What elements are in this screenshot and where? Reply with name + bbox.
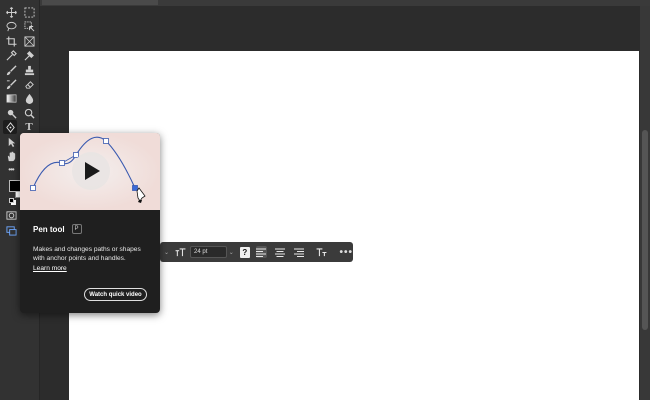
object-selection-tool-icon[interactable]	[22, 19, 36, 33]
font-size-icon	[175, 244, 186, 260]
learn-more-link[interactable]: Learn more	[33, 265, 67, 272]
brush-tool-icon[interactable]	[4, 63, 18, 77]
quick-mask-icon[interactable]	[4, 208, 18, 222]
align-left-icon[interactable]	[255, 246, 267, 258]
pen-curve-illustration	[20, 133, 160, 210]
text-options-icon[interactable]	[316, 246, 327, 258]
zoom-small-icon[interactable]	[22, 106, 36, 120]
align-center-icon[interactable]	[275, 246, 286, 258]
blur-tool-icon[interactable]	[22, 91, 36, 105]
history-brush-tool-icon[interactable]	[4, 77, 18, 91]
tooltip-title-row: Pen tool P	[33, 224, 82, 234]
more-tools-icon[interactable]: •••	[4, 163, 18, 177]
clone-stamp-tool-icon[interactable]	[22, 63, 36, 77]
lasso-tool-icon[interactable]	[4, 19, 18, 33]
document-tab[interactable]	[42, 0, 158, 5]
eyedropper-tool-icon[interactable]	[4, 48, 18, 62]
vertical-scrollbar-thumb[interactable]	[642, 130, 648, 330]
spot-healing-tool-icon[interactable]	[22, 48, 36, 62]
tooltip-video-thumbnail[interactable]	[20, 133, 160, 210]
dodge-tool-icon[interactable]	[4, 106, 18, 120]
move-tool-icon[interactable]	[4, 5, 18, 19]
watch-quick-video-button[interactable]: Watch quick video	[84, 288, 147, 301]
chevron-down-icon[interactable]: ⌄	[164, 249, 169, 256]
font-size-chevron-icon[interactable]: ⌄	[229, 249, 234, 256]
frame-tool-icon[interactable]	[22, 34, 36, 48]
tooltip-title: Pen tool	[33, 224, 65, 234]
path-selection-tool-icon[interactable]	[4, 135, 18, 149]
hand-tool-icon[interactable]	[4, 149, 18, 163]
type-tool-icon[interactable]: T	[22, 120, 36, 134]
font-size-field[interactable]: 24 pt	[190, 246, 227, 258]
contextual-task-bar: ⌄ 24 pt ⌄ ? •••	[160, 242, 353, 262]
default-colors-fg-icon	[9, 198, 14, 203]
tooltip-description: Makes and changes paths or shapes with a…	[33, 246, 141, 262]
eraser-tool-icon[interactable]	[22, 77, 36, 91]
gradient-tool-icon[interactable]	[4, 91, 18, 105]
marquee-tool-icon[interactable]	[22, 5, 36, 19]
crop-tool-icon[interactable]	[4, 34, 18, 48]
shortcut-badge: P	[71, 224, 82, 234]
screen-mode-icon[interactable]	[4, 223, 18, 237]
help-icon[interactable]: ?	[239, 246, 250, 258]
align-right-icon[interactable]	[294, 246, 305, 258]
more-options-icon[interactable]: •••	[339, 247, 353, 258]
pen-tool-rich-tooltip: Pen tool P Makes and changes paths or sh…	[20, 133, 160, 313]
pen-tool-icon[interactable]	[3, 120, 17, 134]
